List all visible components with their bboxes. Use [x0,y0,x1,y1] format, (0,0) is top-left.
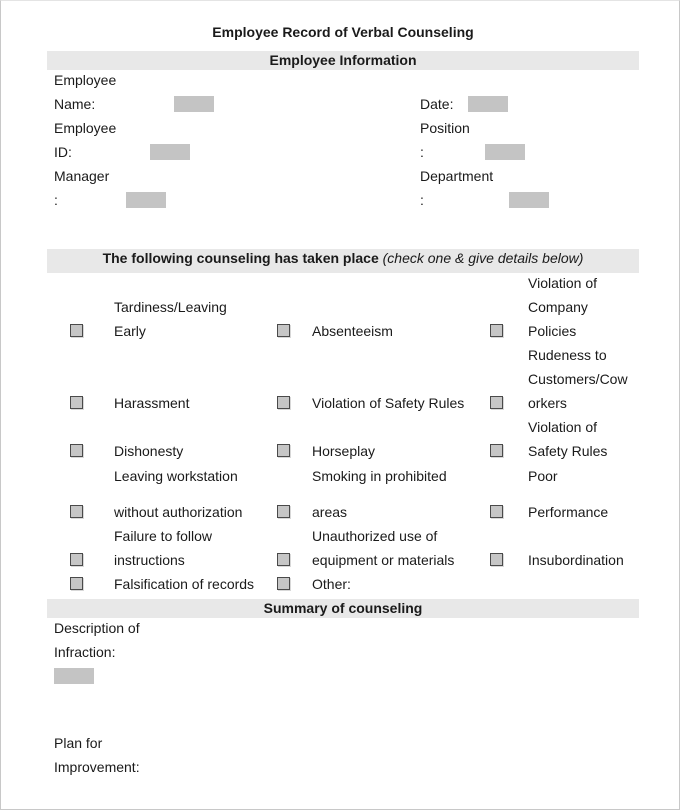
option-rudeness-line1: Rudeness to [528,347,607,363]
date-label: Date: [420,96,454,112]
option-harassment: Harassment [114,395,190,411]
option-safety-rules: Violation of Safety Rules [312,395,465,411]
option-company-policies-line2: Company [528,299,588,315]
employee-name-label-line1: Employee [54,72,117,88]
description-label-line2: Infraction: [54,644,116,660]
counseling-header-label: The following counseling has taken place [102,250,379,266]
plan-label-line2: Improvement: [54,759,140,775]
checkbox-dishonesty[interactable] [70,444,83,457]
section-header-summary: Summary of counseling [47,599,639,618]
date-field[interactable] [468,96,508,112]
option-failure-to-follow-line2: instructions [114,552,185,568]
employee-name-label-line2: Name: [54,96,96,112]
option-insubordination: Insubordination [528,552,624,568]
checkbox-violation-safety[interactable] [490,444,503,457]
option-poor-performance-line1: Poor [528,468,558,484]
position-label-line1: Position [420,120,470,136]
section-header-employee-info: Employee Information [47,51,639,70]
employee-id-label-line1: Employee [54,120,117,136]
checkbox-rudeness[interactable] [490,396,503,409]
option-unauthorized-use-line2: equipment or materials [312,552,455,568]
option-rudeness-line2: Customers/Cow [528,371,628,387]
manager-label-line2: : [54,192,58,208]
employee-name-field[interactable] [174,96,214,112]
checkbox-smoking[interactable] [277,505,290,518]
department-label-line2: : [420,192,424,208]
section-header-counseling: The following counseling has taken place… [47,249,639,273]
option-violation-safety-line1: Violation of [528,419,598,435]
option-rudeness-line3: orkers [528,395,567,411]
position-field[interactable] [485,144,525,160]
checkbox-tardiness[interactable] [70,324,83,337]
option-poor-performance-line2: Performance [528,504,609,520]
checkbox-harassment[interactable] [70,396,83,409]
checkbox-company-policies[interactable] [490,324,503,337]
position-label-line2: : [420,144,424,160]
checkbox-absenteeism[interactable] [277,324,290,337]
option-unauthorized-use-line1: Unauthorized use of [312,528,438,544]
employee-id-label-line2: ID: [54,144,72,160]
document-page: Employee Record of Verbal Counseling Emp… [0,0,680,810]
option-leaving-workstation-line2: without authorization [114,504,243,520]
manager-field[interactable] [126,192,166,208]
description-field[interactable] [54,668,94,684]
checkbox-other[interactable] [277,577,290,590]
checkbox-unauthorized-use[interactable] [277,553,290,566]
checkbox-poor-performance[interactable] [490,505,503,518]
option-leaving-workstation-line1: Leaving workstation [114,468,238,484]
option-tardiness-line1: Tardiness/Leaving [114,299,227,315]
option-horseplay: Horseplay [312,443,376,459]
option-falsification: Falsification of records [114,576,255,592]
checkbox-insubordination[interactable] [490,553,503,566]
checkbox-safety-rules[interactable] [277,396,290,409]
document-title: Employee Record of Verbal Counseling [212,24,474,40]
option-failure-to-follow-line1: Failure to follow [114,528,213,544]
option-smoking-line2: areas [312,504,348,520]
option-dishonesty: Dishonesty [114,443,184,459]
option-tardiness-line2: Early [114,323,146,339]
counseling-header-hint: (check one & give details below) [382,250,584,266]
checkbox-failure-to-follow[interactable] [70,553,83,566]
plan-label-line1: Plan for [54,735,103,751]
checkbox-leaving-workstation[interactable] [70,505,83,518]
option-company-policies-line3: Policies [528,323,577,339]
checkbox-falsification[interactable] [70,577,83,590]
checkbox-horseplay[interactable] [277,444,290,457]
option-absenteeism: Absenteeism [312,323,393,339]
department-label-line1: Department [420,168,494,184]
option-violation-safety-line2: Safety Rules [528,443,608,459]
description-label-line1: Description of [54,620,140,636]
option-smoking-line1: Smoking in prohibited [312,468,447,484]
department-field[interactable] [509,192,549,208]
manager-label-line1: Manager [54,168,110,184]
option-other: Other: [312,576,351,592]
employee-id-field[interactable] [150,144,190,160]
option-company-policies-line1: Violation of [528,275,598,291]
